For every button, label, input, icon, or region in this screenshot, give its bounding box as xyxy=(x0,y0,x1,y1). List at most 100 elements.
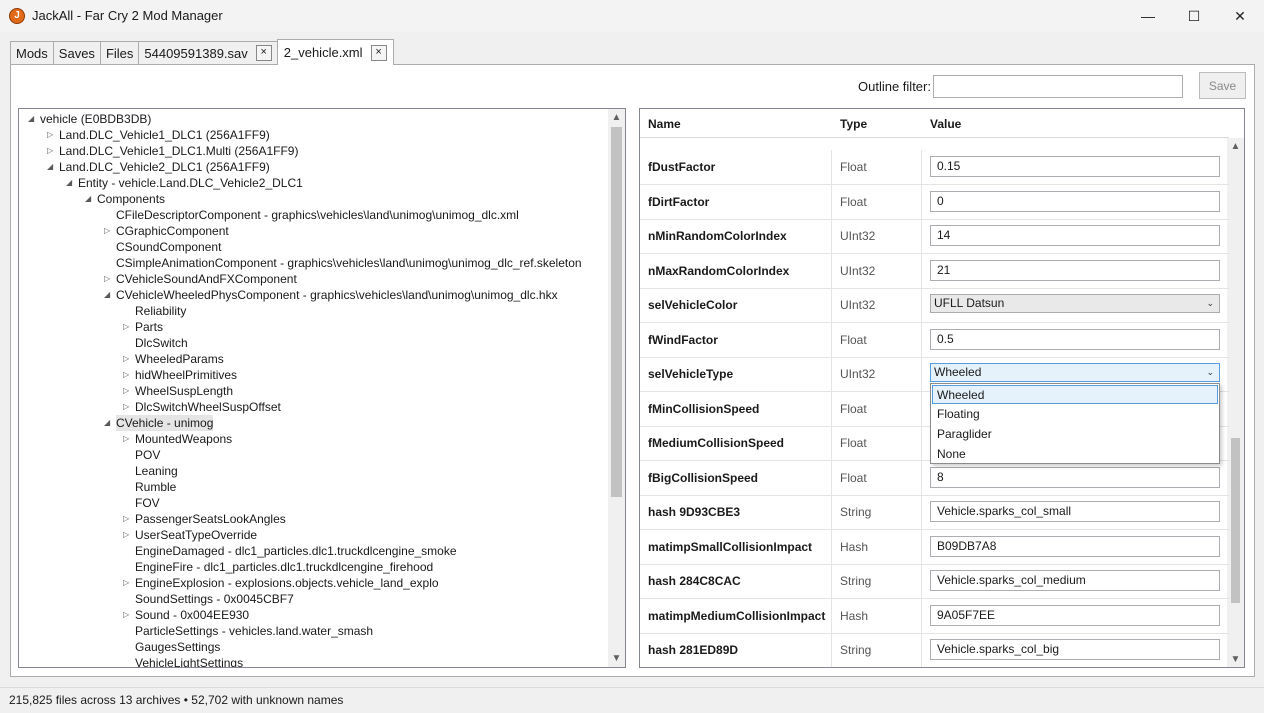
minimize-button[interactable]: — xyxy=(1125,0,1171,32)
expand-arrow-icon[interactable]: ▷ xyxy=(123,511,129,527)
tree-node[interactable]: Land.DLC_Vehicle1_DLC1.Multi (256A1FF9) xyxy=(59,143,298,159)
chevron-down-icon: ⌄ xyxy=(1206,367,1214,377)
tree-node[interactable]: Entity - vehicle.Land.DLC_Vehicle2_DLC1 xyxy=(78,175,303,191)
maximize-button[interactable]: ☐ xyxy=(1171,0,1217,32)
expand-arrow-icon[interactable]: ▷ xyxy=(123,527,129,543)
dropdown-option[interactable]: Paraglider xyxy=(932,425,1218,444)
tree-node[interactable]: CSoundComponent xyxy=(116,239,221,255)
tree-node[interactable]: WheelSuspLength xyxy=(135,383,233,399)
tab-1[interactable]: Saves xyxy=(52,41,101,64)
property-name: nMaxRandomColorIndex xyxy=(648,263,790,278)
tree-scrollbar[interactable]: ▲ ▼ xyxy=(608,109,625,667)
tree-node[interactable]: GaugesSettings xyxy=(135,639,220,655)
expand-arrow-icon[interactable]: ▷ xyxy=(47,127,53,143)
tree-node[interactable]: CSimpleAnimationComponent - graphics\veh… xyxy=(116,255,582,271)
property-value-input[interactable]: 14 xyxy=(930,225,1220,246)
property-value-input[interactable]: 0 xyxy=(930,190,1220,212)
tree-node[interactable]: EngineExplosion - explosions.objects.veh… xyxy=(135,575,439,591)
tree-node[interactable]: Sound - 0x004EE930 xyxy=(135,607,249,623)
property-value-input[interactable]: 0.15 xyxy=(930,156,1220,177)
collapse-arrow-icon[interactable]: ◢ xyxy=(28,111,34,127)
tree-node[interactable]: Parts xyxy=(135,319,163,335)
tree-node[interactable]: FOV xyxy=(135,495,160,511)
column-header-name[interactable]: Name xyxy=(648,117,681,131)
tree-node[interactable]: WheeledParams xyxy=(135,351,224,367)
column-header-type[interactable]: Type xyxy=(840,117,867,131)
tree-node[interactable]: UserSeatTypeOverride xyxy=(135,527,257,543)
expand-arrow-icon[interactable]: ▷ xyxy=(123,399,129,415)
tab-3[interactable]: 54409591389.sav × xyxy=(138,41,278,64)
column-header-value[interactable]: Value xyxy=(930,117,961,131)
tree-node[interactable]: VehicleLightSettings xyxy=(135,655,243,667)
tree-node[interactable]: MountedWeapons xyxy=(135,431,232,447)
tree-node[interactable]: Components xyxy=(97,191,165,207)
tree-node[interactable]: hidWheelPrimitives xyxy=(135,367,237,383)
scroll-down-arrow-icon[interactable]: ▼ xyxy=(608,650,625,667)
expand-arrow-icon[interactable]: ▷ xyxy=(104,223,110,239)
tree-node[interactable]: EngineDamaged - dlc1_particles.dlc1.truc… xyxy=(135,543,457,559)
tree-node[interactable]: Leaning xyxy=(135,463,178,479)
expand-arrow-icon[interactable]: ▷ xyxy=(123,383,129,399)
property-value-input[interactable]: B09DB7A8 xyxy=(930,535,1220,557)
expand-arrow-icon[interactable]: ▷ xyxy=(123,319,129,335)
tree-node[interactable]: POV xyxy=(135,447,160,463)
expand-arrow-icon[interactable]: ▷ xyxy=(123,575,129,591)
tree-node[interactable]: ParticleSettings - vehicles.land.water_s… xyxy=(135,623,373,639)
dropdown-option[interactable]: None xyxy=(932,445,1218,464)
property-value-input[interactable]: Vehicle.sparks_col_small xyxy=(930,501,1220,522)
close-window-button[interactable]: ✕ xyxy=(1217,0,1263,32)
dropdown-option[interactable]: Floating xyxy=(932,405,1218,424)
tree-node[interactable]: Reliability xyxy=(135,303,186,319)
grid-scrollbar[interactable]: ▲ ▼ xyxy=(1227,138,1244,667)
tree-node[interactable]: SoundSettings - 0x0045CBF7 xyxy=(135,591,294,607)
close-tab-icon[interactable]: × xyxy=(255,45,272,61)
tree-node[interactable]: CGraphicComponent xyxy=(116,223,229,239)
tree-node[interactable]: Land.DLC_Vehicle2_DLC1 (256A1FF9) xyxy=(59,159,270,175)
tree-node[interactable]: DlcSwitch xyxy=(135,335,188,351)
property-value-input[interactable]: Vehicle.sparks_col_medium xyxy=(930,570,1220,591)
tree-node[interactable]: Rumble xyxy=(135,479,176,495)
tree-node[interactable]: EngineFire - dlc1_particles.dlc1.truckdl… xyxy=(135,559,433,575)
property-value-input[interactable]: 9A05F7EE xyxy=(930,604,1220,626)
collapse-arrow-icon[interactable]: ◢ xyxy=(66,175,72,191)
collapse-arrow-icon[interactable]: ◢ xyxy=(47,159,53,175)
tab-2[interactable]: Files xyxy=(99,41,140,64)
expand-arrow-icon[interactable]: ▷ xyxy=(123,367,129,383)
dropdown-option[interactable]: Wheeled xyxy=(932,385,1218,404)
tree-node[interactable]: CVehicleSoundAndFXComponent xyxy=(116,271,297,287)
collapse-arrow-icon[interactable]: ◢ xyxy=(104,415,110,431)
scroll-down-arrow-icon[interactable]: ▼ xyxy=(1227,651,1244,667)
tree-node[interactable]: PassengerSeatsLookAngles xyxy=(135,511,286,527)
property-value-select[interactable]: Wheeled ⌄ xyxy=(930,363,1220,382)
property-value-select[interactable]: UFLL Datsun ⌄ xyxy=(930,294,1220,313)
close-tab-icon[interactable]: × xyxy=(370,44,387,61)
expand-arrow-icon[interactable]: ▷ xyxy=(47,143,53,159)
property-value-input[interactable]: 21 xyxy=(930,259,1220,281)
scroll-thumb[interactable] xyxy=(1231,438,1240,603)
save-button[interactable]: Save xyxy=(1199,72,1246,99)
app-icon: J xyxy=(9,8,25,24)
tree-node[interactable]: DlcSwitchWheelSuspOffset xyxy=(135,399,281,415)
scroll-up-arrow-icon[interactable]: ▲ xyxy=(608,109,625,126)
tree-node[interactable]: CFileDescriptorComponent - graphics\vehi… xyxy=(116,207,519,223)
tree-node[interactable]: vehicle (E0BDB3DB) xyxy=(40,111,151,127)
scroll-thumb[interactable] xyxy=(611,127,622,497)
collapse-arrow-icon[interactable]: ◢ xyxy=(104,287,110,303)
tab-label: Files xyxy=(105,45,134,61)
tree-node[interactable]: Land.DLC_Vehicle1_DLC1 (256A1FF9) xyxy=(59,127,270,143)
tab-4[interactable]: 2_vehicle.xml × xyxy=(276,39,394,65)
scroll-up-arrow-icon[interactable]: ▲ xyxy=(1227,138,1244,155)
tree-node[interactable]: CVehicleWheeledPhysComponent - graphics\… xyxy=(116,287,558,303)
outline-filter-input[interactable] xyxy=(933,75,1183,98)
expand-arrow-icon[interactable]: ▷ xyxy=(123,431,129,447)
property-value-input[interactable]: 8 xyxy=(930,466,1220,488)
tree-node[interactable]: CVehicle - unimog xyxy=(116,415,214,431)
expand-arrow-icon[interactable]: ▷ xyxy=(104,271,110,287)
property-value-input[interactable]: 0.5 xyxy=(930,328,1220,350)
collapse-arrow-icon[interactable]: ◢ xyxy=(85,191,91,207)
expand-arrow-icon[interactable]: ▷ xyxy=(123,351,129,367)
expand-arrow-icon[interactable]: ▷ xyxy=(123,607,129,623)
property-value-input[interactable]: Vehicle.sparks_col_big xyxy=(930,639,1220,660)
tab-0[interactable]: Mods xyxy=(10,41,54,64)
outline-tree[interactable]: ▲ ▼ ◢ vehicle (E0BDB3DB) ▷ Land.DLC_Vehicle… xyxy=(18,108,626,668)
